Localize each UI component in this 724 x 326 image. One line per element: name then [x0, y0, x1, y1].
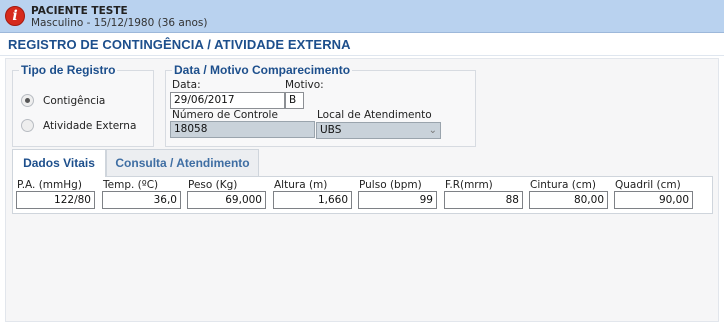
- local-label: Local de Atendimento: [317, 109, 432, 121]
- vital-label-temp: Temp. (ºC): [103, 179, 159, 191]
- tab-consulta-atendimento[interactable]: Consulta / Atendimento: [106, 149, 259, 176]
- vital-input-cintura[interactable]: 80,00: [529, 191, 608, 209]
- local-select[interactable]: UBS ⌄: [316, 122, 441, 139]
- vital-input-pa[interactable]: 122/80: [16, 191, 95, 209]
- radio-contingencia-label: Contigência: [43, 94, 106, 107]
- vital-input-peso[interactable]: 69,000: [187, 191, 266, 209]
- vital-label-peso: Peso (Kg): [188, 179, 238, 191]
- patient-info: Masculino - 15/12/1980 (36 anos): [31, 17, 208, 29]
- radio-atividade-externa-circle[interactable]: [21, 119, 34, 132]
- comparecimento-legend: Data / Motivo Comparecimento: [174, 63, 351, 77]
- vital-label-altura: Altura (m): [274, 179, 328, 191]
- vital-label-quadril: Quadril (cm): [615, 179, 681, 191]
- vital-input-pulso[interactable]: 99: [358, 191, 437, 209]
- vital-label-cintura: Cintura (cm): [530, 179, 596, 191]
- patient-header: i PACIENTE TESTE Masculino - 15/12/1980 …: [0, 0, 724, 33]
- controle-label: Número de Controle: [172, 109, 278, 121]
- vital-input-quadril[interactable]: 90,00: [614, 191, 693, 209]
- radio-atividade-externa[interactable]: Atividade Externa: [21, 119, 136, 132]
- motivo-label: Motivo:: [285, 79, 324, 91]
- title-divider: [0, 55, 724, 56]
- controle-input: 18058: [170, 121, 315, 138]
- motivo-input[interactable]: B: [285, 92, 304, 109]
- radio-contingencia[interactable]: Contigência: [21, 94, 105, 107]
- info-alert-icon[interactable]: i: [5, 6, 25, 26]
- vital-label-pulso: Pulso (bpm): [359, 179, 422, 191]
- radio-contingencia-circle[interactable]: [21, 94, 34, 107]
- vital-input-temp[interactable]: 36,0: [102, 191, 181, 209]
- vital-label-pa: P.A. (mmHg): [17, 179, 82, 191]
- data-input[interactable]: 29/06/2017: [170, 92, 285, 109]
- patient-name: PACIENTE TESTE: [31, 5, 128, 17]
- vital-input-altura[interactable]: 1,660: [273, 191, 352, 209]
- vital-input-fr[interactable]: 88: [444, 191, 523, 209]
- local-select-value: UBS: [320, 124, 342, 136]
- data-label: Data:: [172, 79, 201, 91]
- vital-label-fr: F.R(mrm): [445, 179, 493, 191]
- chevron-down-icon[interactable]: ⌄: [429, 123, 437, 138]
- radio-atividade-externa-label: Atividade Externa: [43, 119, 137, 132]
- tipo-registro-group: Tipo de Registro Contigência Atividade E…: [12, 63, 154, 147]
- page-title: REGISTRO DE CONTINGÊNCIA / ATIVIDADE EXT…: [8, 37, 351, 52]
- tipo-registro-legend: Tipo de Registro: [21, 63, 116, 77]
- tab-dados-vitais[interactable]: Dados Vitais: [12, 149, 106, 177]
